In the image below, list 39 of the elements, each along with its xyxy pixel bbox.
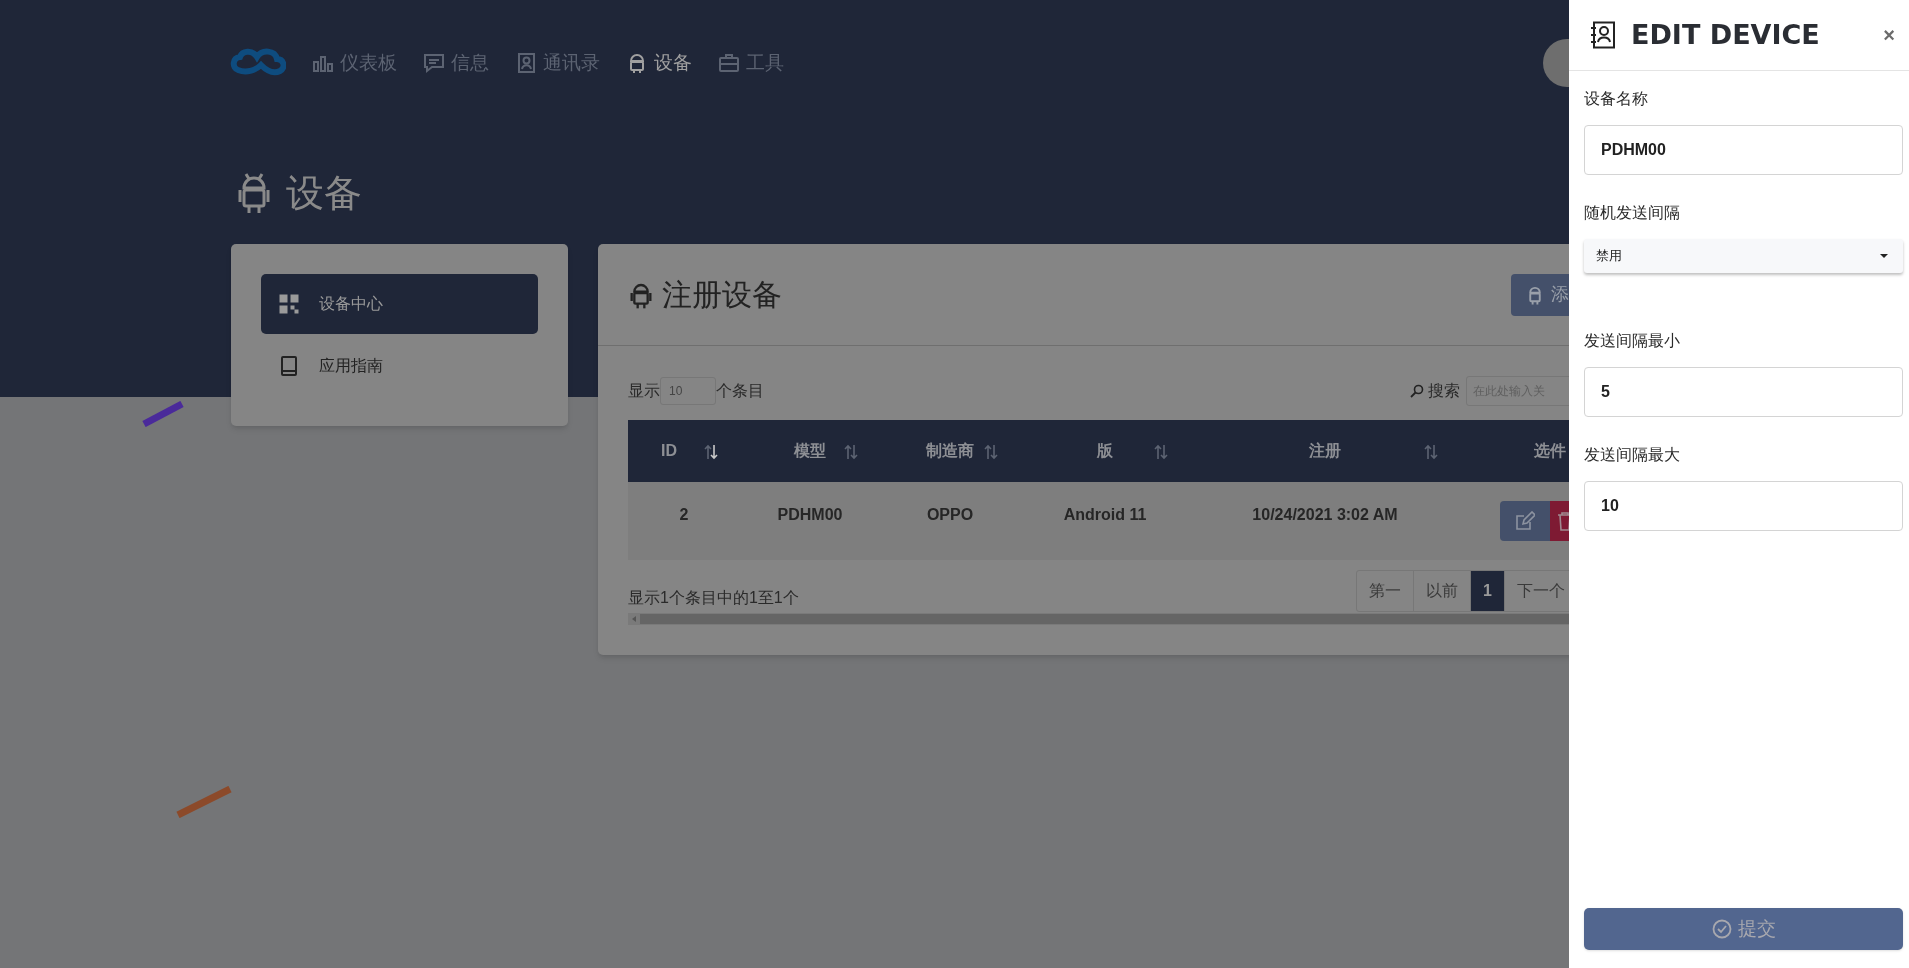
page-button[interactable]: 第一	[1357, 571, 1414, 611]
page-button[interactable]: 1	[1470, 571, 1504, 611]
field-label: 发送间隔最小	[1584, 331, 1681, 351]
table-cell-text: 10/24/2021 3:02 AM	[1252, 505, 1398, 525]
select-field[interactable]: 禁用	[1584, 239, 1903, 273]
search-label: 搜索	[1428, 381, 1460, 401]
nav-item[interactable]: 通讯录	[515, 48, 600, 78]
add-button[interactable]: 添	[1511, 273, 1569, 316]
table-cell-text: OPPO	[926, 505, 974, 525]
column-header[interactable]: 注册	[1309, 439, 1341, 463]
submit-button[interactable]: 提交	[1584, 908, 1903, 950]
length-label: 个条目	[716, 381, 764, 401]
sidebar-item[interactable]: 应用指南	[261, 336, 538, 396]
table-cell-text: 2	[679, 505, 689, 525]
input-field[interactable]: PDHM00	[1584, 125, 1903, 175]
table-info: 显示1个条目中的1至1个	[628, 588, 799, 608]
close-button[interactable]: ×	[1883, 25, 1895, 45]
card-title: 注册设备	[662, 277, 782, 313]
nav-item[interactable]: 仪表板	[312, 48, 397, 78]
nav-item[interactable]: 设备	[626, 48, 692, 78]
input-field[interactable]: 10	[1584, 481, 1903, 531]
page-title: 设备	[286, 174, 362, 212]
input-field[interactable]: 5	[1584, 367, 1903, 417]
table-cell-text: Android 11	[1063, 505, 1147, 525]
column-header[interactable]: ID	[661, 439, 677, 463]
table-cell-text: PDHM00	[777, 505, 843, 525]
column-header[interactable]: 模型	[794, 439, 826, 463]
panel-title: EDIT DEVICE	[1631, 17, 1820, 52]
column-header[interactable]: 选件	[1534, 439, 1566, 463]
length-label: 显示	[628, 381, 660, 401]
nav-item[interactable]: 工具	[718, 48, 784, 78]
column-header[interactable]: 版	[1097, 439, 1113, 463]
sidebar-item[interactable]: 设备中心	[261, 274, 538, 334]
column-header[interactable]: 制造商	[926, 439, 974, 463]
field-label: 随机发送间隔	[1584, 203, 1681, 223]
length-field[interactable]: 10	[660, 377, 716, 405]
nav-item[interactable]: 信息	[423, 48, 489, 78]
field-label: 设备名称	[1584, 89, 1649, 109]
field-label: 发送间隔最大	[1584, 445, 1681, 465]
